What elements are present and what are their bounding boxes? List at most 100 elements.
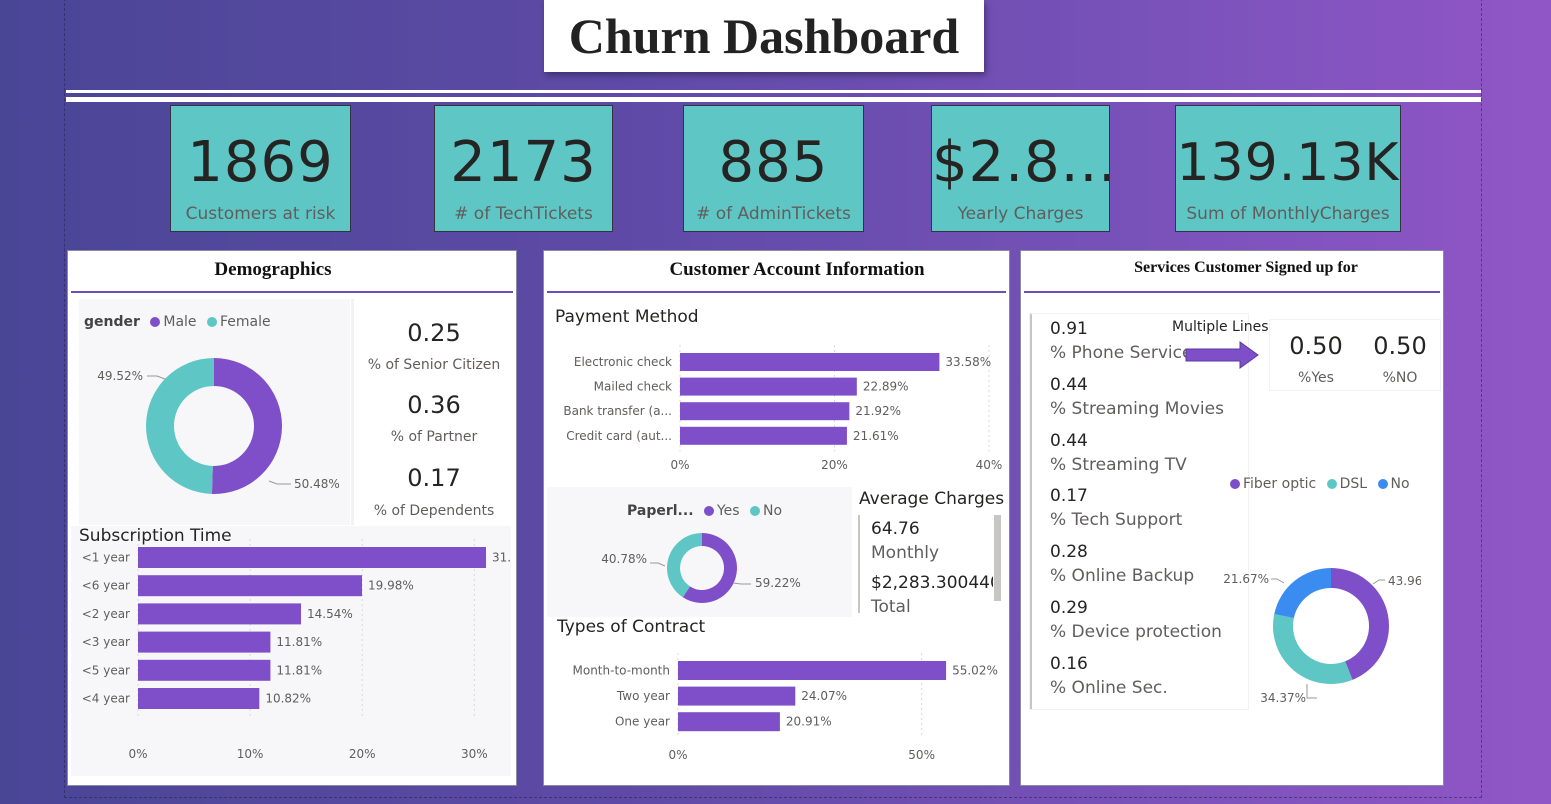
payment-data-label: 21.61% xyxy=(853,429,899,443)
gender-slice xyxy=(211,358,283,494)
panel-rule xyxy=(71,291,513,293)
subscription-tick-label: 0% xyxy=(128,747,147,761)
subscription-data-label: 14.54% xyxy=(307,607,353,621)
subscription-category-label: <3 year xyxy=(82,635,130,649)
kpi-label: # of AdminTickets xyxy=(696,204,851,224)
kpi-label: Yearly Charges xyxy=(957,204,1084,224)
contract-bar xyxy=(678,686,796,706)
service-value: 0.16 xyxy=(1050,653,1088,674)
title-rule-bottom xyxy=(66,97,1481,102)
gender-data-label: 49.52% xyxy=(97,369,143,383)
senior-value: 0.25 xyxy=(407,319,461,347)
subscription-data-label: 31.04% xyxy=(492,551,511,565)
kpi-admin-tickets[interactable]: 885 # of AdminTickets xyxy=(683,105,864,232)
paperless-chart-card[interactable]: Paperl... Yes No 59.22% 40.78% xyxy=(547,487,852,617)
internet-slice xyxy=(1274,568,1331,619)
subscription-data-label: 19.98% xyxy=(368,579,414,593)
payment-bar xyxy=(680,377,857,396)
fiber-dot-icon xyxy=(1230,479,1240,489)
contract-bar-chart: 0% 50% Month-to-month 55.02% Two year 24.07% O… xyxy=(573,653,998,762)
multiple-lines-label: Multiple Lines xyxy=(1172,319,1269,335)
kpi-label: Customers at risk xyxy=(185,204,336,224)
legend-fiber: Fiber optic xyxy=(1243,476,1317,492)
yes-value: 0.50 xyxy=(1289,332,1343,360)
payment-bar xyxy=(680,353,940,371)
avg-monthly-label: Monthly xyxy=(871,543,940,563)
contract-bar xyxy=(678,712,780,732)
service-label: % Device protection xyxy=(1050,622,1222,642)
multiple-lines-card: 0.50 %Yes 0.50 %NO xyxy=(1269,319,1441,391)
payment-data-label: 33.58% xyxy=(945,355,991,369)
payment-category-label: Bank transfer (a... xyxy=(563,404,672,418)
service-label: % Streaming TV xyxy=(1050,454,1187,475)
contract-data-label: 24.07% xyxy=(801,689,847,703)
gender-slice xyxy=(146,358,214,494)
contract-category-label: Month-to-month xyxy=(573,664,671,678)
payment-tick-label: 0% xyxy=(670,458,689,472)
internet-donut[interactable]: 43.96% 34.37% 21.67% xyxy=(1221,501,1421,721)
kpi-label: Sum of MonthlyCharges xyxy=(1186,204,1390,224)
dependents-label: % of Dependents xyxy=(373,503,495,519)
kpi-value: 885 xyxy=(718,130,829,195)
contract-category-label: Two year xyxy=(616,689,670,703)
panel-title: Services Customer Signed up for xyxy=(1091,259,1401,277)
no-service-dot-icon xyxy=(1377,479,1388,489)
kpi-value: $2.8... xyxy=(932,130,1109,195)
gender-chart-card[interactable]: gender Male Female 50.48% 49.52% xyxy=(79,299,350,525)
service-value: 0.28 xyxy=(1050,542,1088,563)
subscription-bar-chart: 0% 10% 20% 30% <1 year 31.04% <6 year 19.98% <2 … xyxy=(82,539,511,761)
payment-category-label: Electronic check xyxy=(574,355,672,369)
subscription-bar xyxy=(138,659,271,681)
payment-chart-card[interactable]: Payment Method 0% 20% 40% Electronic check 3… xyxy=(547,299,1007,479)
subscription-data-label: 11.81% xyxy=(276,663,322,677)
kpi-tech-tickets[interactable]: 2173 # of TechTickets xyxy=(434,105,613,232)
subscription-category-label: <5 year xyxy=(82,663,130,677)
no-value: 0.50 xyxy=(1373,332,1427,360)
panel-rule xyxy=(547,291,1006,293)
contract-bar xyxy=(678,661,947,680)
dependents-value: 0.17 xyxy=(407,464,461,492)
kpi-yearly-charges[interactable]: $2.8... Yearly Charges xyxy=(931,105,1110,232)
subscription-category-label: <2 year xyxy=(82,607,130,621)
internet-leader-line xyxy=(1372,579,1385,585)
paperless-leader-line xyxy=(650,562,666,567)
payment-category-label: Credit card (aut... xyxy=(566,429,672,443)
payment-tick-label: 40% xyxy=(976,458,1003,472)
gender-donut: 50.48% 49.52% xyxy=(97,358,340,494)
contract-chart-card[interactable]: Types of Contract 0% 50% Month-to-month 55.… xyxy=(547,617,1007,777)
subscription-bar xyxy=(138,575,363,597)
service-label: % Phone Service xyxy=(1050,343,1193,363)
partner-label: % of Partner xyxy=(390,429,478,445)
subscription-category-label: <1 year xyxy=(82,551,130,565)
payment-category-label: Mailed check xyxy=(594,380,672,394)
service-label: % Tech Support xyxy=(1050,510,1183,531)
demographics-panel: Demographics gender Male Female 50.48% 49… xyxy=(67,250,517,786)
kpi-customers-at-risk[interactable]: 1869 Customers at risk xyxy=(170,105,351,232)
subscription-tick-label: 20% xyxy=(349,747,376,761)
payment-data-label: 22.89% xyxy=(863,380,909,394)
service-label: % Online Backup xyxy=(1050,566,1195,587)
subscription-bar xyxy=(138,631,271,653)
kpi-value: 1869 xyxy=(187,130,334,195)
kpi-monthly-charges[interactable]: 139.13K Sum of MonthlyCharges xyxy=(1175,105,1401,232)
internet-data-label: 21.67% xyxy=(1223,572,1269,586)
card-scrollbar[interactable] xyxy=(994,515,1001,601)
subscription-bar xyxy=(138,688,260,709)
paperless-slice xyxy=(667,533,702,598)
payment-data-label: 21.92% xyxy=(855,404,901,418)
contract-data-label: 20.91% xyxy=(786,715,832,729)
panel-title: Customer Account Information xyxy=(652,259,942,281)
paperless-donut: 59.22% 40.78% xyxy=(601,533,801,603)
internet-data-label: 43.96% xyxy=(1388,574,1421,588)
kpi-value: 2173 xyxy=(450,130,597,195)
paperless-leader-line xyxy=(732,582,751,585)
internet-legend: Fiber optic DSL No xyxy=(1224,476,1410,492)
subscription-tick-label: 10% xyxy=(237,747,264,761)
subscription-tick-label: 30% xyxy=(461,747,488,761)
paperless-data-label: 40.78% xyxy=(601,552,647,566)
arrow-right-icon xyxy=(1185,341,1259,369)
subscription-data-label: 10.82% xyxy=(265,692,311,706)
payment-bar-chart: 0% 20% 40% Electronic check 33.58% Mailed che… xyxy=(563,345,1003,472)
subscription-chart-card[interactable]: Subscription Time 0%10%20%30%<1 year31.0… xyxy=(71,526,511,776)
service-value: 0.17 xyxy=(1050,486,1088,507)
